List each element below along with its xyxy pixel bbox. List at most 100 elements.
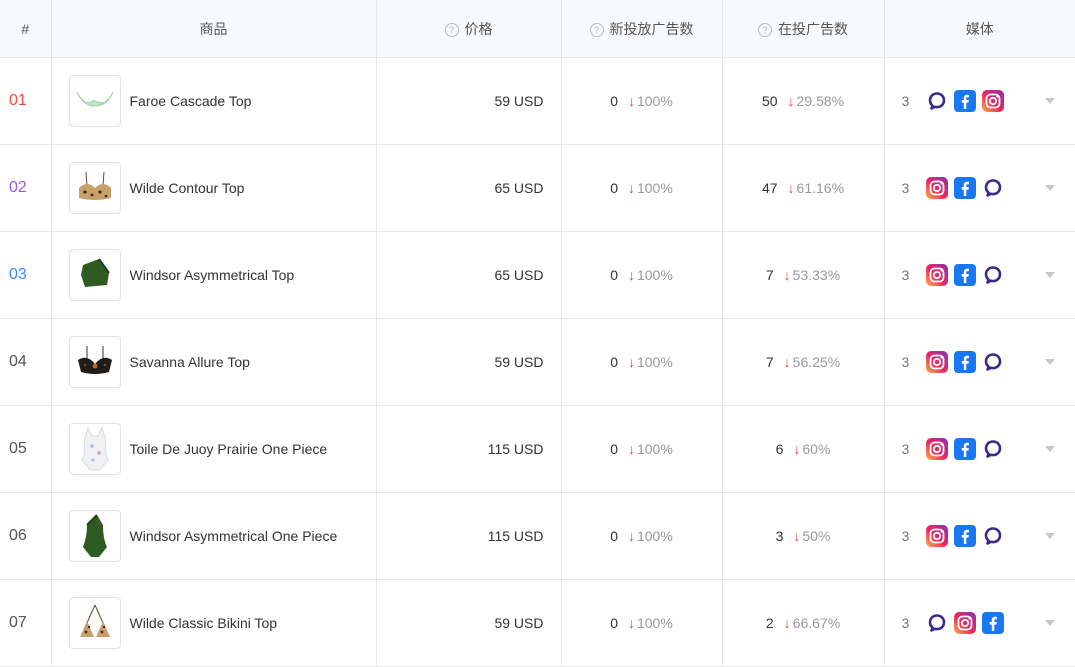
product-name[interactable]: Wilde Classic Bikini Top (130, 615, 278, 631)
product-name[interactable]: Wilde Contour Top (130, 180, 245, 196)
facebook-icon[interactable] (982, 612, 1010, 634)
current-ads-change: 66.67% (792, 615, 841, 631)
instagram-icon[interactable] (926, 525, 954, 547)
header-new-ads[interactable]: ? 新投放广告数 (561, 0, 723, 58)
product-cell[interactable]: Windsor Asymmetrical One Piece (51, 492, 377, 580)
threads-icon[interactable] (982, 525, 1010, 547)
product-ads-table: # 商品 ? 价格 ? 新投放广告数 ? 在投广告数 媒体 01 Faroe Casc… (0, 0, 1075, 667)
price-cell: 59 USD (376, 57, 562, 145)
product-name[interactable]: Toile De Juoy Prairie One Piece (130, 441, 328, 457)
instagram-icon[interactable] (926, 264, 954, 286)
rank-cell: 07 (0, 579, 52, 667)
facebook-icon[interactable] (954, 351, 982, 373)
facebook-icon[interactable] (954, 525, 982, 547)
new-ads-cell: 0 ↓ 100% (561, 492, 723, 580)
header-price[interactable]: ? 价格 (376, 0, 562, 58)
new-ads-count: 0 (610, 180, 618, 196)
current-ads-change: 29.58% (796, 93, 845, 109)
arrow-down-icon: ↓ (627, 615, 635, 631)
chevron-down-icon[interactable] (1045, 359, 1055, 365)
bikini-top-mint-icon[interactable] (68, 75, 121, 127)
arrow-down-icon: ↓ (783, 354, 791, 370)
rank-cell: 02 (0, 144, 52, 232)
new-ads-change: 100% (636, 354, 673, 370)
threads-icon[interactable] (926, 612, 954, 634)
table-row[interactable]: 01 Faroe Cascade Top 59 USD 0 ↓ 100% 50 ↓ 29… (0, 57, 1075, 145)
header-current-ads[interactable]: ? 在投广告数 (722, 0, 885, 58)
price-value: 59 USD (494, 93, 544, 109)
table-row[interactable]: 04 Savanna Allure Top 59 USD 0 ↓ 100% 7 ↓ 56… (0, 318, 1075, 406)
price-cell: 115 USD (376, 492, 562, 580)
facebook-icon[interactable] (954, 90, 982, 112)
price-cell: 65 USD (376, 144, 562, 232)
new-ads-count: 0 (610, 354, 618, 370)
help-icon[interactable]: ? (758, 22, 772, 37)
new-ads-change: 100% (636, 441, 673, 457)
top-green-icon[interactable] (68, 249, 121, 301)
threads-icon[interactable] (982, 264, 1010, 286)
current-ads-count: 3 (775, 528, 784, 544)
current-ads-count: 7 (765, 354, 774, 370)
new-ads-count: 0 (610, 267, 618, 283)
header-price-label: 价格 (464, 20, 493, 37)
help-icon[interactable]: ? (444, 22, 459, 37)
bikini-top-leopard-icon[interactable] (68, 162, 121, 214)
product-cell[interactable]: Wilde Contour Top (51, 144, 377, 232)
chevron-down-icon[interactable] (1045, 533, 1055, 539)
table-row[interactable]: 02 Wilde Contour Top 65 USD 0 ↓ 100% 47 ↓ 61… (0, 144, 1075, 232)
chevron-down-icon[interactable] (1045, 272, 1055, 278)
table-row[interactable]: 06 Windsor Asymmetrical One Piece 115 US… (0, 492, 1075, 580)
bikini-top-dark-icon[interactable] (68, 336, 121, 388)
chevron-down-icon[interactable] (1045, 185, 1055, 191)
one-piece-floral-icon[interactable] (68, 423, 121, 475)
table-row[interactable]: 05 Toile De Juoy Prairie One Piece 115 U… (0, 405, 1075, 493)
price-cell: 115 USD (376, 405, 562, 493)
threads-icon[interactable] (982, 351, 1010, 373)
instagram-icon[interactable] (926, 177, 954, 199)
chevron-down-icon[interactable] (1045, 98, 1055, 104)
table-header-row: # 商品 ? 价格 ? 新投放广告数 ? 在投广告数 媒体 (0, 0, 1075, 58)
facebook-icon[interactable] (954, 438, 982, 460)
current-ads-count: 47 (761, 180, 778, 196)
table-row[interactable]: 03 Windsor Asymmetrical Top 65 USD 0 ↓ 100… (0, 231, 1075, 319)
threads-icon[interactable] (982, 438, 1010, 460)
rank-cell: 03 (0, 231, 52, 319)
triangle-top-leopard-icon[interactable] (68, 597, 121, 649)
rank-cell: 01 (0, 57, 52, 145)
header-rank: # (0, 0, 52, 58)
new-ads-count: 0 (610, 441, 618, 457)
media-cell: 3 (884, 144, 1075, 232)
instagram-icon[interactable] (926, 351, 954, 373)
threads-icon[interactable] (926, 90, 954, 112)
product-cell[interactable]: Toile De Juoy Prairie One Piece (51, 405, 377, 493)
product-cell[interactable]: Windsor Asymmetrical Top (51, 231, 377, 319)
instagram-icon[interactable] (926, 438, 954, 460)
table-row[interactable]: 07 Wilde Classic Bikini Top 59 USD 0 ↓ 100… (0, 579, 1075, 667)
facebook-icon[interactable] (954, 177, 982, 199)
facebook-icon[interactable] (954, 264, 982, 286)
instagram-icon[interactable] (954, 612, 982, 634)
product-name[interactable]: Windsor Asymmetrical Top (130, 267, 295, 283)
product-name[interactable]: Windsor Asymmetrical One Piece (130, 528, 338, 544)
rank-number: 06 (9, 527, 27, 544)
chevron-down-icon[interactable] (1045, 620, 1055, 626)
product-cell[interactable]: Faroe Cascade Top (51, 57, 377, 145)
current-ads-change: 50% (802, 528, 831, 544)
current-ads-cell: 7 ↓ 56.25% (722, 318, 885, 406)
new-ads-count: 0 (610, 93, 618, 109)
rank-number: 01 (9, 92, 27, 109)
threads-icon[interactable] (982, 177, 1010, 199)
price-value: 115 USD (487, 441, 544, 457)
one-piece-green-icon[interactable] (68, 510, 121, 562)
help-icon[interactable]: ? (589, 22, 604, 37)
new-ads-cell: 0 ↓ 100% (561, 231, 723, 319)
product-cell[interactable]: Savanna Allure Top (51, 318, 377, 406)
chevron-down-icon[interactable] (1045, 446, 1055, 452)
product-cell[interactable]: Wilde Classic Bikini Top (51, 579, 377, 667)
current-ads-cell: 50 ↓ 29.58% (722, 57, 885, 145)
header-product[interactable]: 商品 (51, 0, 377, 58)
instagram-icon[interactable] (982, 90, 1010, 112)
product-name[interactable]: Faroe Cascade Top (130, 93, 252, 109)
product-name[interactable]: Savanna Allure Top (130, 354, 250, 370)
rank-cell: 06 (0, 492, 52, 580)
